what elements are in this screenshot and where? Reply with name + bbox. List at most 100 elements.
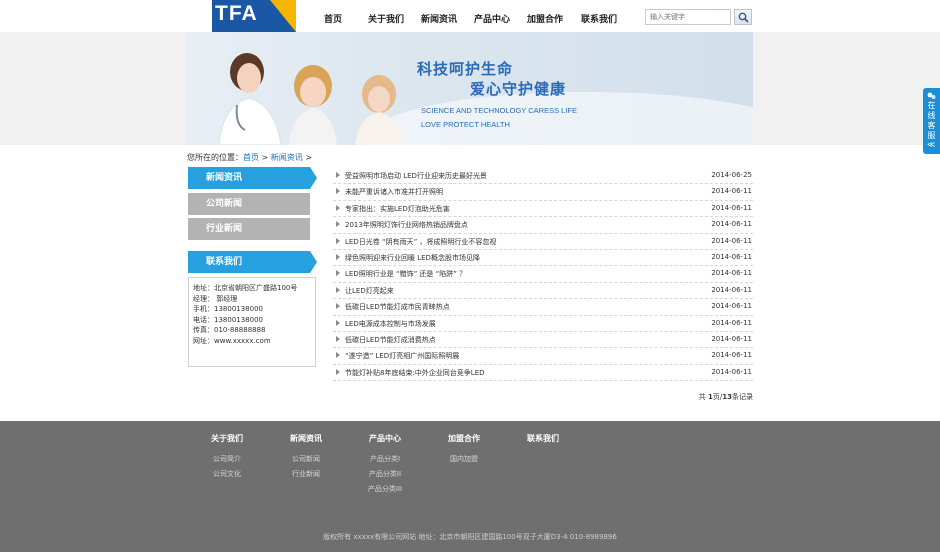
nav-join[interactable]: 加盟合作 bbox=[527, 12, 563, 25]
news-date: 2014-06-11 bbox=[711, 252, 752, 261]
sidebar-tab-news[interactable]: 新闻资讯 bbox=[188, 167, 317, 189]
arrow-right-icon bbox=[336, 270, 340, 277]
nav-products[interactable]: 产品中心 bbox=[474, 12, 510, 25]
footer-link[interactable]: 公司文化 bbox=[192, 467, 262, 482]
breadcrumb-home[interactable]: 首页 bbox=[243, 153, 259, 162]
footer-link[interactable]: 国内加盟 bbox=[429, 452, 499, 467]
footer-heading[interactable]: 新闻资讯 bbox=[271, 433, 341, 444]
news-title[interactable]: 专家指出：实施LED灯泡助光危害 bbox=[345, 204, 450, 214]
banner-slogan-en-line2: LOVE PROTECT HEALTH bbox=[421, 120, 510, 129]
news-date: 2014-06-11 bbox=[711, 351, 752, 360]
arrow-right-icon bbox=[336, 204, 340, 211]
news-date: 2014-06-11 bbox=[711, 203, 752, 212]
nav-about[interactable]: 关于我们 bbox=[368, 12, 404, 25]
footer-link[interactable]: 公司新闻 bbox=[271, 452, 341, 467]
footer-column-about: 关于我们 公司简介 公司文化 bbox=[192, 433, 262, 482]
sidebar-contact-title: 联系我们 bbox=[188, 251, 317, 273]
news-title[interactable]: LED照明行业是 “黯饰” 还是 “陷阱” ？ bbox=[345, 269, 466, 279]
site-footer: 关于我们 公司简介 公司文化 新闻资讯 公司新闻 行业新闻 产品中心 产品分类I… bbox=[0, 421, 940, 552]
contact-mobile: 手机：13800138000 bbox=[193, 305, 263, 313]
news-title[interactable]: 低碳日LED节能灯成市民青睐热点 bbox=[345, 302, 450, 312]
news-title[interactable]: 让LED灯亮起来 bbox=[345, 286, 394, 296]
news-list: 受益照明市场启动 LED行业迎来历史最好光景 2014-06-25 未能严重诉诸入… bbox=[333, 168, 753, 382]
breadcrumb-current[interactable]: 新闻资讯 bbox=[271, 153, 303, 162]
banner-slogan-en-line1: SCIENCE AND TECHNOLOGY CARESS LIFE bbox=[421, 106, 578, 115]
news-title[interactable]: 受益照明市场启动 LED行业迎来历史最好光景 bbox=[345, 171, 487, 181]
list-item[interactable]: 低碳日LED节能灯成消费热点 2014-06-11 bbox=[333, 332, 753, 349]
banner-slogan-line2: 爱心守护健康 bbox=[470, 80, 567, 98]
search-button[interactable] bbox=[734, 9, 752, 25]
logo[interactable]: TFA bbox=[212, 0, 296, 32]
logo-text: TFA bbox=[215, 2, 258, 25]
news-title[interactable]: 绿色照明迎来行业回暖 LED概念股市场见降 bbox=[345, 253, 480, 263]
list-item[interactable]: 低碳日LED节能灯成市民青睐热点 2014-06-11 bbox=[333, 299, 753, 316]
contact-website: 网址：www.xxxxx.com bbox=[193, 336, 271, 345]
online-service-tab[interactable]: 在线客服 ≪ bbox=[923, 88, 940, 154]
nav-contact[interactable]: 联系我们 bbox=[581, 12, 617, 25]
list-item[interactable]: “遂宁造” LED灯亮相广州国际照明展 2014-06-11 bbox=[333, 348, 753, 365]
doctor-image bbox=[218, 53, 282, 145]
list-item[interactable]: 未能严重诉诸入市准并打开照明 2014-06-11 bbox=[333, 184, 753, 201]
arrow-right-icon bbox=[336, 319, 340, 326]
contact-fax: 传真：010-88888888 bbox=[193, 326, 266, 334]
footer-heading[interactable]: 联系我们 bbox=[508, 433, 578, 444]
pager-count: 13 bbox=[722, 393, 732, 401]
news-title[interactable]: LED日光卷 “阴有雨天” ，将成照明行业不容忽视 bbox=[345, 237, 496, 247]
pager-text: 共 bbox=[698, 393, 709, 401]
footer-link[interactable]: 产品分类III bbox=[350, 482, 420, 497]
footer-link[interactable]: 行业新闻 bbox=[271, 467, 341, 482]
news-title[interactable]: 未能严重诉诸入市准并打开照明 bbox=[345, 187, 443, 197]
sidebar-tab-industry-news[interactable]: 行业新闻 bbox=[188, 218, 310, 240]
pager-text: 条记录 bbox=[732, 393, 753, 401]
news-title[interactable]: LED电源成本控制与市场发展 bbox=[345, 319, 436, 329]
sidebar-tab-company-news[interactable]: 公司新闻 bbox=[188, 193, 310, 215]
list-item[interactable]: 节能灯补贴8年底结束:中外企业同台竞争LED 2014-06-11 bbox=[333, 365, 753, 382]
arrow-right-icon bbox=[336, 172, 340, 178]
news-date: 2014-06-11 bbox=[711, 285, 752, 294]
list-item[interactable]: 2013年照明灯饰行业网络热销品牌盘点 2014-06-11 bbox=[333, 217, 753, 234]
news-date: 2014-06-11 bbox=[711, 220, 752, 229]
news-title[interactable]: 节能灯补贴8年底结束:中外企业同台竞争LED bbox=[345, 368, 485, 378]
footer-column-products: 产品中心 产品分类I 产品分类II 产品分类III bbox=[350, 433, 420, 497]
pager-text: 页/ bbox=[712, 393, 723, 401]
news-title[interactable]: 2013年照明灯饰行业网络热销品牌盘点 bbox=[345, 220, 468, 230]
list-item[interactable]: LED日光卷 “阴有雨天” ，将成照明行业不容忽视 2014-06-11 bbox=[333, 234, 753, 250]
list-item[interactable]: LED电源成本控制与市场发展 2014-06-11 bbox=[333, 316, 753, 332]
footer-column-news: 新闻资讯 公司新闻 行业新闻 bbox=[271, 433, 341, 482]
news-title[interactable]: “遂宁造” LED灯亮相广州国际照明展 bbox=[345, 351, 459, 361]
online-service-label: 在线客服 bbox=[927, 101, 936, 140]
breadcrumb-separator: > bbox=[302, 153, 313, 162]
arrow-right-icon bbox=[336, 368, 340, 375]
banner-slogan-line1: 科技呵护生命 bbox=[417, 60, 514, 78]
news-title[interactable]: 低碳日LED节能灯成消费热点 bbox=[345, 335, 436, 345]
contact-phone: 电话：13800138000 bbox=[193, 315, 263, 324]
list-item[interactable]: LED照明行业是 “黯饰” 还是 “陷阱” ？ 2014-06-11 bbox=[333, 266, 753, 283]
nav-home[interactable]: 首页 bbox=[324, 12, 342, 25]
list-item[interactable]: 专家指出：实施LED灯泡助光危害 2014-06-11 bbox=[333, 201, 753, 218]
news-date: 2014-06-11 bbox=[711, 236, 752, 245]
contact-manager: 经理： 郭经理 bbox=[193, 294, 238, 303]
news-date: 2014-06-11 bbox=[711, 367, 752, 376]
pagination-info: 共 1页/13条记录 bbox=[680, 392, 753, 402]
list-item[interactable]: 绿色照明迎来行业回暖 LED概念股市场见降 2014-06-11 bbox=[333, 250, 753, 267]
footer-heading[interactable]: 产品中心 bbox=[350, 433, 420, 444]
search-input[interactable] bbox=[645, 9, 731, 25]
nav-news[interactable]: 新闻资讯 bbox=[421, 12, 457, 25]
mother-image bbox=[355, 75, 403, 145]
breadcrumb: 您所在的位置：首页 > 新闻资讯 > bbox=[187, 152, 312, 163]
site-header: TFA 首页 关于我们 新闻资讯 产品中心 加盟合作 联系我们 bbox=[0, 0, 940, 32]
news-date: 2014-06-11 bbox=[711, 302, 752, 311]
news-date: 2014-06-11 bbox=[711, 334, 752, 343]
footer-heading[interactable]: 关于我们 bbox=[192, 433, 262, 444]
footer-link[interactable]: 产品分类I bbox=[350, 452, 420, 467]
arrow-right-icon bbox=[336, 253, 340, 260]
footer-heading[interactable]: 加盟合作 bbox=[429, 433, 499, 444]
banner-swoosh bbox=[377, 92, 753, 145]
footer-link[interactable]: 产品分类II bbox=[350, 467, 420, 482]
footer-link[interactable]: 公司简介 bbox=[192, 452, 262, 467]
list-item[interactable]: 让LED灯亮起来 2014-06-11 bbox=[333, 283, 753, 300]
footer-column-contact: 联系我们 bbox=[508, 433, 578, 452]
list-item[interactable]: 受益照明市场启动 LED行业迎来历史最好光景 2014-06-25 bbox=[333, 168, 753, 185]
arrow-right-icon bbox=[336, 303, 340, 310]
footer-column-join: 加盟合作 国内加盟 bbox=[429, 433, 499, 467]
